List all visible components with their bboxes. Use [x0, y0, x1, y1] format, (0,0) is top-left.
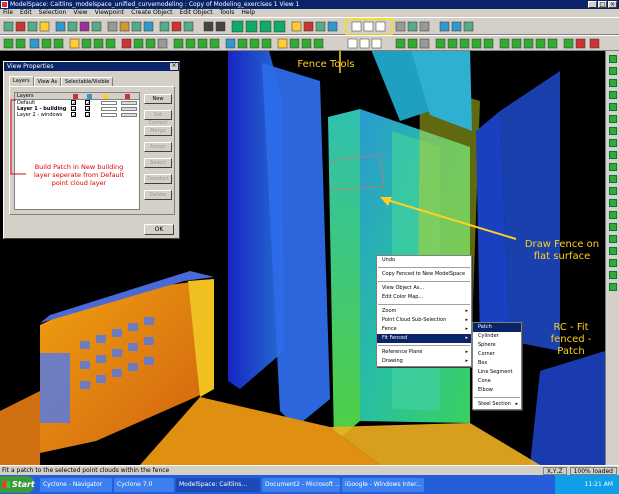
menu-item-zoom[interactable]: Zoom ▸: [377, 307, 471, 316]
submenu-item-cylinder[interactable]: Cylinder: [473, 332, 521, 341]
menu-item-sub-selection-label: Point Cloud Sub-Selection: [382, 317, 447, 323]
minimize-button[interactable]: _: [588, 1, 597, 8]
rc-fit-annotation: RC - Fit fenced - Patch: [550, 322, 592, 357]
windows-logo-icon: [3, 481, 10, 488]
toolbar-second: [0, 35, 619, 51]
tool-icon-10[interactable]: [609, 163, 617, 171]
menu-item-copy-fenced[interactable]: Copy Fenced to New ModelSpace: [377, 270, 471, 279]
submenu-item-elbow[interactable]: Elbow: [473, 386, 521, 395]
right-toolbar: [605, 51, 619, 465]
system-tray: 11:21 AM: [554, 475, 619, 494]
menu-item-reference-plane-label: Reference Plane: [382, 349, 423, 355]
menu-bar: File Edit Selection View Viewpoint Creat…: [0, 9, 619, 17]
tool-icon-3[interactable]: [609, 79, 617, 87]
menu-item-view-object-as[interactable]: View Object As...: [377, 284, 471, 293]
status-text: Fit a patch to the selected point clouds…: [2, 467, 170, 474]
coords-readout: X,Y,Z: [542, 467, 567, 475]
menu-viewpoint[interactable]: Viewpoint: [95, 9, 125, 17]
submenu-item-sphere[interactable]: Sphere: [473, 341, 521, 350]
tool-icon-18[interactable]: [609, 259, 617, 267]
menu-help[interactable]: Help: [241, 9, 255, 17]
load-status: 100% loaded: [569, 467, 617, 475]
tool-icon-9[interactable]: [609, 151, 617, 159]
menu-item-undo[interactable]: Undo: [377, 256, 471, 265]
menu-item-sub-selection[interactable]: Point Cloud Sub-Selection ▸: [377, 316, 471, 325]
chevron-right-icon: ▸: [465, 308, 468, 314]
start-label: Start: [12, 480, 35, 489]
tool-icon-14[interactable]: [609, 211, 617, 219]
tool-icon-17[interactable]: [609, 247, 617, 255]
tool-icon-11[interactable]: [609, 175, 617, 183]
menu-item-drawing[interactable]: Drawing ▸: [377, 357, 471, 366]
tool-icon-20[interactable]: [609, 283, 617, 291]
task-document2[interactable]: Document2 - Microsoft ...: [262, 477, 340, 492]
tool-icon-4[interactable]: [609, 91, 617, 99]
tool-icon-16[interactable]: [609, 235, 617, 243]
chevron-right-icon: ▸: [465, 349, 468, 355]
menu-create-object[interactable]: Create Object: [131, 9, 172, 17]
menu-edit[interactable]: Edit: [20, 9, 32, 17]
task-modelspace[interactable]: ModelSpace: Caitlins...: [176, 477, 260, 492]
menu-item-fence[interactable]: Fence ▸: [377, 325, 471, 334]
task-igoogle[interactable]: iGoogle - Windows Inter...: [342, 477, 424, 492]
submenu-item-cone[interactable]: Cone: [473, 377, 521, 386]
submenu-item-box[interactable]: Box: [473, 359, 521, 368]
menu-view[interactable]: View: [73, 9, 87, 17]
view-properties-dialog: View Properties × Layers View As Selecta…: [3, 61, 180, 239]
menu-item-fence-label: Fence: [382, 326, 397, 332]
menu-selection[interactable]: Selection: [39, 9, 67, 17]
menu-item-fit-fenced-label: Fit Fenced: [382, 335, 408, 341]
window-title: ModelSpace: Caitlins_modelspace_unified_…: [10, 1, 300, 8]
menu-item-reference-plane[interactable]: Reference Plane ▸: [377, 348, 471, 357]
toolbar-top: [0, 17, 619, 36]
chevron-right-icon: ▸: [465, 335, 468, 341]
chevron-right-icon: ▸: [465, 326, 468, 332]
title-bar: ModelSpace: Caitlins_modelspace_unified_…: [0, 0, 619, 9]
ok-button[interactable]: OK: [144, 224, 174, 235]
chevron-right-icon: ▸: [515, 401, 518, 407]
task-cyclone-7[interactable]: Cyclone 7.0: [114, 477, 174, 492]
menu-item-edit-color-map[interactable]: Edit Color Map...: [377, 293, 471, 302]
close-button[interactable]: ×: [608, 1, 617, 8]
menu-file[interactable]: File: [3, 9, 13, 17]
fence-tools-annotation: Fence Tools: [297, 59, 355, 70]
toolbar-second-icons[interactable]: [0, 36, 619, 52]
red-bracket: [10, 99, 26, 175]
build-patch-note: Build Patch in New building layer sepera…: [33, 163, 125, 187]
tool-icon-12[interactable]: [609, 187, 617, 195]
menu-edit-object[interactable]: Edit Object: [180, 9, 213, 17]
tool-icon-7[interactable]: [609, 127, 617, 135]
submenu-item-steel-section-label: Steel Section: [478, 401, 511, 407]
windows-taskbar: Start Cyclone - Navigator Cyclone 7.0 Mo…: [0, 475, 619, 494]
tool-icon-1[interactable]: [609, 55, 617, 63]
status-bar: Fit a patch to the selected point clouds…: [0, 465, 619, 475]
tool-icon-5[interactable]: [609, 103, 617, 111]
tool-icon-2[interactable]: [609, 67, 617, 75]
menu-item-fit-fenced[interactable]: Fit Fenced ▸: [377, 334, 471, 343]
tool-icon-8[interactable]: [609, 139, 617, 147]
fit-fenced-submenu: Patch Cylinder Sphere Corner Box Line Se…: [472, 322, 522, 410]
app-icon: [1, 1, 8, 8]
task-cyclone-navigator[interactable]: Cyclone - Navigator: [40, 477, 112, 492]
start-button[interactable]: Start: [0, 476, 35, 493]
clock: 11:21 AM: [584, 481, 613, 488]
draw-fence-annotation: Draw Fence on flat surface: [524, 239, 600, 262]
maximize-button[interactable]: □: [598, 1, 607, 8]
application-window: ModelSpace: Caitlins_modelspace_unified_…: [0, 0, 619, 494]
menu-item-drawing-label: Drawing: [382, 358, 403, 364]
tool-icon-6[interactable]: [609, 115, 617, 123]
context-menu: Undo Copy Fenced to New ModelSpace View …: [376, 255, 472, 367]
menu-tools[interactable]: Tools: [220, 9, 235, 17]
tool-icon-15[interactable]: [609, 223, 617, 231]
submenu-item-line-segment[interactable]: Line Segment: [473, 368, 521, 377]
toolbar-top-icons[interactable]: [0, 18, 619, 36]
chevron-right-icon: ▸: [465, 317, 468, 323]
chevron-right-icon: ▸: [465, 358, 468, 364]
tool-icon-19[interactable]: [609, 271, 617, 279]
menu-item-zoom-label: Zoom: [382, 308, 397, 314]
submenu-item-patch[interactable]: Patch: [473, 323, 521, 332]
submenu-item-corner[interactable]: Corner: [473, 350, 521, 359]
submenu-item-steel-section[interactable]: Steel Section ▸: [473, 400, 521, 409]
tool-icon-13[interactable]: [609, 199, 617, 207]
